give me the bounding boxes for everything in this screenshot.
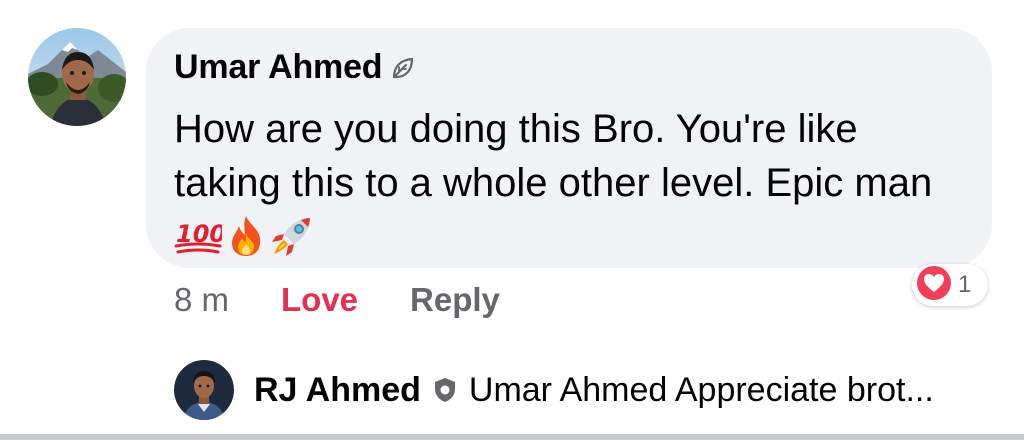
avatar-photo: [28, 28, 126, 126]
hundred-points-icon: 100: [174, 216, 226, 270]
shield-badge-icon: [431, 376, 459, 404]
comment-author-row: Umar Ahmed: [174, 48, 416, 87]
rocket-icon: [270, 214, 314, 272]
reply-avatar-photo: [174, 360, 234, 420]
fire-icon: [226, 214, 266, 272]
love-button[interactable]: Love: [281, 281, 358, 319]
reply-button[interactable]: Reply: [410, 281, 500, 319]
reaction-summary[interactable]: 1: [912, 264, 988, 306]
comment-bubble[interactable]: Umar Ahmed How are you doing this Bro. Y…: [146, 28, 992, 268]
emoji-group: 100: [174, 214, 314, 272]
heart-reaction-icon: [916, 265, 952, 306]
reply-avatar[interactable]: [174, 360, 234, 420]
reply-preview-text: Umar Ahmed Appreciate brot...: [468, 370, 934, 409]
reply-preview-row[interactable]: RJ Ahmed Umar Ahmed Appreciate brot...: [254, 364, 934, 416]
comment-text: How are you doing this Bro. You're like …: [174, 107, 933, 205]
reaction-count: 1: [958, 271, 972, 298]
leaf-badge-icon: [390, 55, 416, 81]
comment-timestamp[interactable]: 8 m: [174, 281, 229, 319]
reply-author-name[interactable]: RJ Ahmed: [254, 371, 421, 410]
divider: [0, 434, 1024, 440]
comment-body: How are you doing this Bro. You're like …: [174, 102, 964, 272]
comment-author-name[interactable]: Umar Ahmed: [174, 48, 383, 87]
comment-thread: Umar Ahmed How are you doing this Bro. Y…: [0, 0, 1024, 440]
avatar[interactable]: [28, 28, 126, 126]
comment-actions: 8 m Love Reply: [174, 278, 500, 322]
